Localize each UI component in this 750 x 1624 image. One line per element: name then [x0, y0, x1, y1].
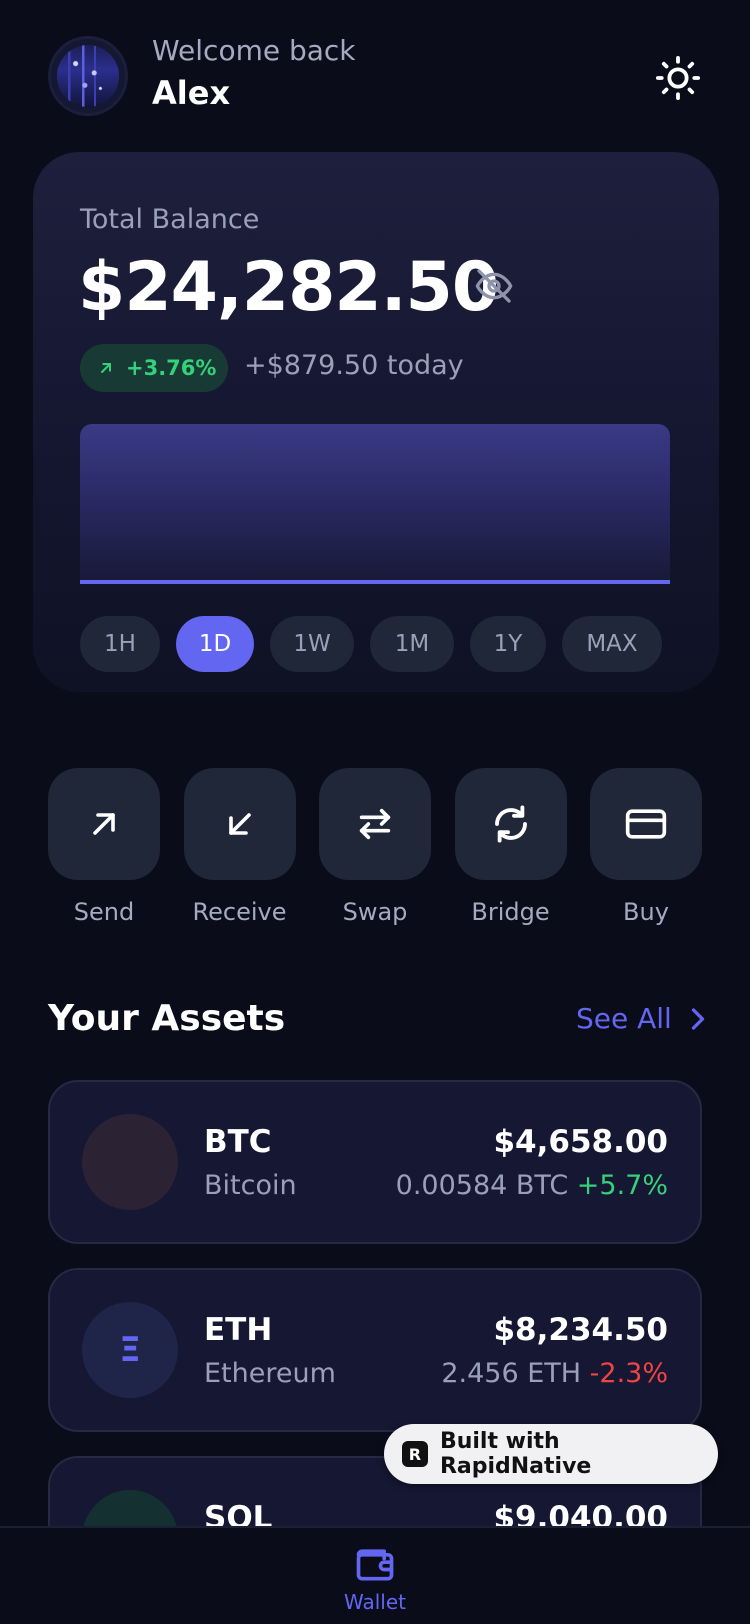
asset-holding: 0.00584 BTC +5.7% [396, 1170, 668, 1201]
range-max[interactable]: MAX [562, 616, 662, 672]
bridge-label: Bridge [471, 898, 550, 926]
send-label: Send [73, 898, 135, 926]
time-range-selector: 1H 1D 1W 1M 1Y MAX [80, 616, 662, 672]
asset-amount: 2.456 ETH [441, 1358, 582, 1389]
nav-label-wallet: Wallet [343, 1590, 406, 1614]
balance-value: $24,282.50 [78, 248, 499, 327]
asset-holding: 2.456 ETH -2.3% [441, 1358, 668, 1389]
range-1d[interactable]: 1D [176, 616, 254, 672]
assets-title: Your Assets [48, 998, 286, 1039]
range-1y[interactable]: 1Y [470, 616, 546, 672]
swap-arrows-icon [359, 808, 391, 840]
buy-action: Buy [590, 768, 702, 926]
wallet-icon [356, 1549, 394, 1581]
range-1w[interactable]: 1W [270, 616, 354, 672]
asset-amount: 0.00584 BTC [395, 1170, 569, 1201]
avatar[interactable] [48, 36, 128, 116]
welcome-text: Welcome back [152, 34, 356, 67]
avatar-image [57, 45, 119, 107]
arrow-up-right-icon [93, 813, 115, 835]
asset-name: Bitcoin [204, 1170, 297, 1201]
buy-button[interactable] [590, 768, 702, 880]
asset-symbol: ETH [204, 1312, 273, 1348]
balance-label: Total Balance [80, 204, 260, 235]
swap-action: Swap [319, 768, 431, 926]
see-all-link[interactable]: See All [576, 1002, 706, 1035]
change-today: +$879.50 today [244, 350, 464, 381]
theme-toggle-button[interactable] [652, 52, 704, 104]
credit-card-icon [625, 809, 667, 839]
change-percent: +3.76% [126, 356, 217, 380]
asset-change: +5.7% [576, 1170, 668, 1201]
rapidnative-logo-icon: R [402, 1441, 428, 1467]
range-1m[interactable]: 1M [370, 616, 454, 672]
asset-name: Ethereum [204, 1358, 336, 1389]
receive-label: Receive [192, 898, 287, 926]
send-action: Send [48, 768, 160, 926]
bridge-action: Bridge [454, 768, 567, 926]
balance-chart [80, 424, 670, 584]
badge-text: Built with RapidNative [439, 1429, 592, 1479]
chevron-right-icon [691, 1007, 704, 1030]
asset-value: $4,658.00 [493, 1124, 668, 1160]
receive-action: Receive [183, 768, 296, 926]
bottom-nav: Wallet [0, 1526, 750, 1624]
swap-button[interactable] [319, 768, 431, 880]
username: Alex [152, 74, 231, 112]
eth-icon: Ξ [82, 1302, 178, 1398]
bridge-button[interactable] [454, 768, 567, 880]
asset-symbol: BTC [204, 1124, 272, 1160]
asset-value: $9,040.00 [493, 1500, 668, 1526]
arrow-up-right-icon [101, 363, 111, 373]
receive-button[interactable] [183, 768, 296, 880]
asset-row-btc[interactable]: BTC Bitcoin $4,658.00 0.00584 BTC +5.7% [48, 1080, 702, 1244]
eye-off-icon [475, 269, 513, 303]
send-button[interactable] [48, 768, 160, 880]
buy-label: Buy [623, 898, 669, 926]
hide-balance-button[interactable] [472, 264, 516, 308]
built-with-badge[interactable]: R Built with RapidNative [384, 1424, 718, 1484]
quick-actions: Send Receive Swap Bridge Buy [48, 768, 702, 926]
change-badge: +3.76% [80, 344, 228, 392]
swap-label: Swap [342, 898, 408, 926]
asset-symbol: SOL [204, 1500, 273, 1526]
asset-value: $8,234.50 [493, 1312, 668, 1348]
range-1h[interactable]: 1H [80, 616, 160, 672]
btc-icon [82, 1114, 178, 1210]
arrow-down-left-icon [228, 813, 251, 835]
see-all-label: See All [576, 1002, 672, 1035]
sun-icon [655, 55, 701, 101]
nav-item-wallet[interactable]: Wallet [320, 1542, 430, 1614]
chart-baseline [80, 580, 670, 584]
asset-row-eth[interactable]: Ξ ETH Ethereum $8,234.50 2.456 ETH -2.3% [48, 1268, 702, 1432]
refresh-icon [494, 805, 527, 843]
sol-icon [82, 1490, 178, 1526]
asset-change: -2.3% [589, 1358, 668, 1389]
